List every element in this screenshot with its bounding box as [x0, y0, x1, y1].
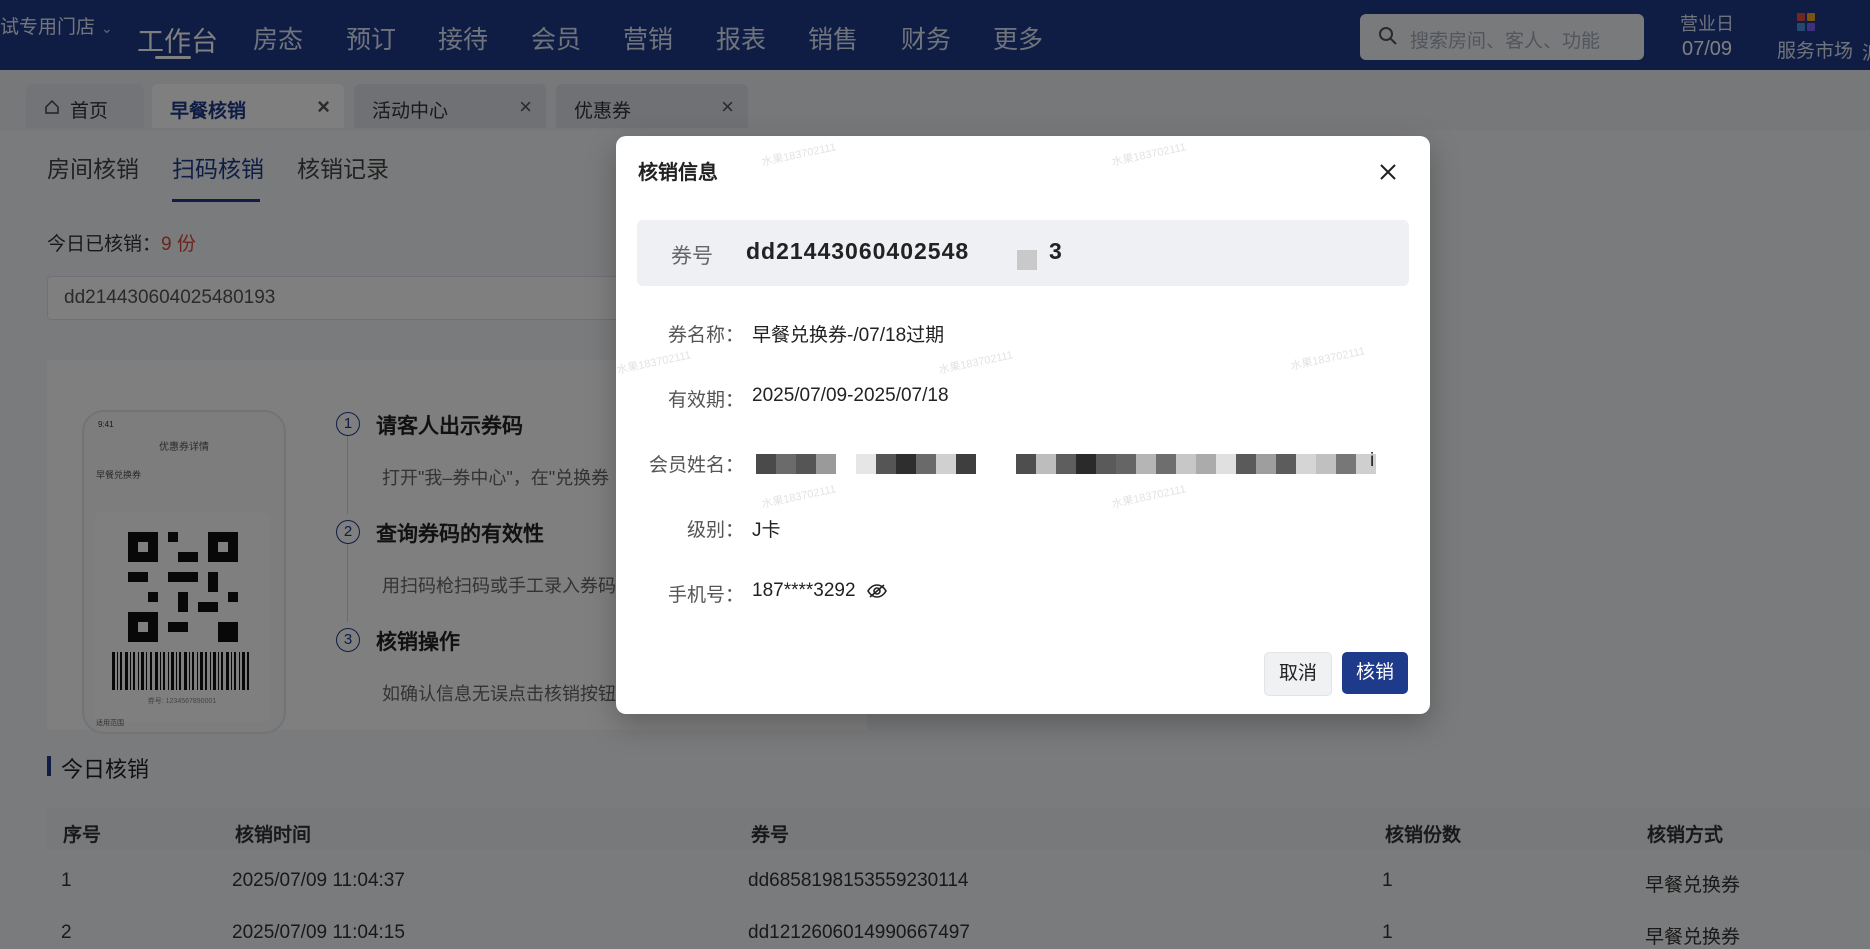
redaction-block: [1017, 250, 1037, 270]
coupon-number-tail: 3: [1049, 238, 1062, 264]
verify-info-dialog: 水果183702111 水果183702111 水果183702111 水果18…: [616, 136, 1430, 714]
cancel-button[interactable]: 取消: [1264, 652, 1332, 696]
field-value: 2025/07/09-2025/07/18: [752, 385, 949, 406]
watermark: 水果183702111: [1289, 345, 1367, 373]
verify-button[interactable]: 核销: [1342, 652, 1408, 694]
field-value: 早餐兑换券-/07/18过期: [752, 325, 945, 346]
watermark: 水果183702111: [1110, 483, 1188, 511]
close-icon[interactable]: [1378, 162, 1398, 182]
watermark: 水果183702111: [616, 349, 693, 377]
field-value: i: [1370, 450, 1375, 471]
field-value: 187****3292: [752, 580, 856, 601]
watermark: 水果183702111: [1110, 141, 1188, 169]
field-label: 级别：: [686, 520, 744, 541]
field-member-name: 会员姓名： i: [616, 446, 1430, 476]
field-value: J卡: [752, 520, 781, 541]
coupon-number-box: 券号 dd21443060402548 3: [637, 220, 1409, 286]
field-label: 券名称：: [667, 325, 744, 346]
field-label: 会员姓名：: [648, 455, 744, 476]
watermark: 水果183702111: [760, 483, 838, 511]
watermark: 水果183702111: [760, 141, 838, 169]
coupon-number-value: dd21443060402548: [746, 238, 970, 264]
field-phone: 手机号： 187****3292: [616, 576, 1430, 606]
watermark: 水果183702111: [937, 349, 1015, 377]
dialog-title: 核销信息: [638, 162, 718, 184]
eye-off-icon[interactable]: [866, 583, 887, 599]
field-validity: 有效期： 2025/07/09-2025/07/18: [616, 381, 1430, 411]
field-label: 有效期：: [667, 390, 744, 411]
field-level: 级别： J卡: [616, 511, 1430, 541]
field-label: 手机号：: [667, 585, 744, 606]
field-value-wrap: 187****3292: [752, 580, 887, 602]
coupon-number-label: 券号: [671, 245, 713, 268]
redacted-name: [756, 454, 1376, 474]
field-coupon-name: 券名称： 早餐兑换券-/07/18过期: [616, 316, 1430, 346]
